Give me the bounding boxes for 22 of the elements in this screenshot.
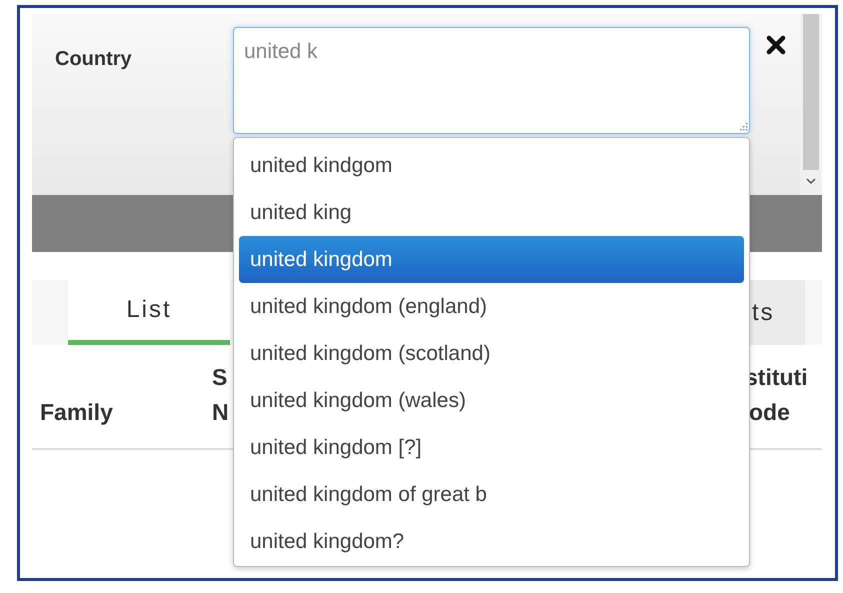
suggestion-item[interactable]: united kingdom <box>239 236 744 283</box>
country-input-field[interactable]: united k <box>233 27 750 134</box>
scrollbar[interactable] <box>800 14 822 195</box>
suggestion-item[interactable]: united kindgom <box>239 142 744 189</box>
close-icon[interactable] <box>766 35 786 55</box>
resize-grip-icon[interactable] <box>740 123 748 131</box>
suggestion-item[interactable]: united kingdom (wales) <box>239 377 744 424</box>
suggestion-item[interactable]: united kingdom of great b <box>239 471 744 518</box>
suggestion-item[interactable]: united king <box>239 189 744 236</box>
suggestion-item[interactable]: united kingdom? <box>239 518 744 565</box>
column-header: S <box>212 363 228 392</box>
chevron-down-icon[interactable] <box>806 178 816 185</box>
column-header: Family <box>40 398 113 427</box>
column-header: ode <box>748 398 790 427</box>
tab[interactable]: List <box>68 280 230 345</box>
field-label: Country <box>55 47 132 72</box>
scrollbar-thumb[interactable] <box>803 14 819 170</box>
tab[interactable]: ts <box>750 280 805 345</box>
suggestion-item[interactable]: united kingdom (scotland) <box>239 330 744 377</box>
column-header: N <box>212 398 229 427</box>
suggestion-item[interactable]: united kingdom [?] <box>239 424 744 471</box>
suggestion-item[interactable]: united kingdom (england) <box>239 283 744 330</box>
